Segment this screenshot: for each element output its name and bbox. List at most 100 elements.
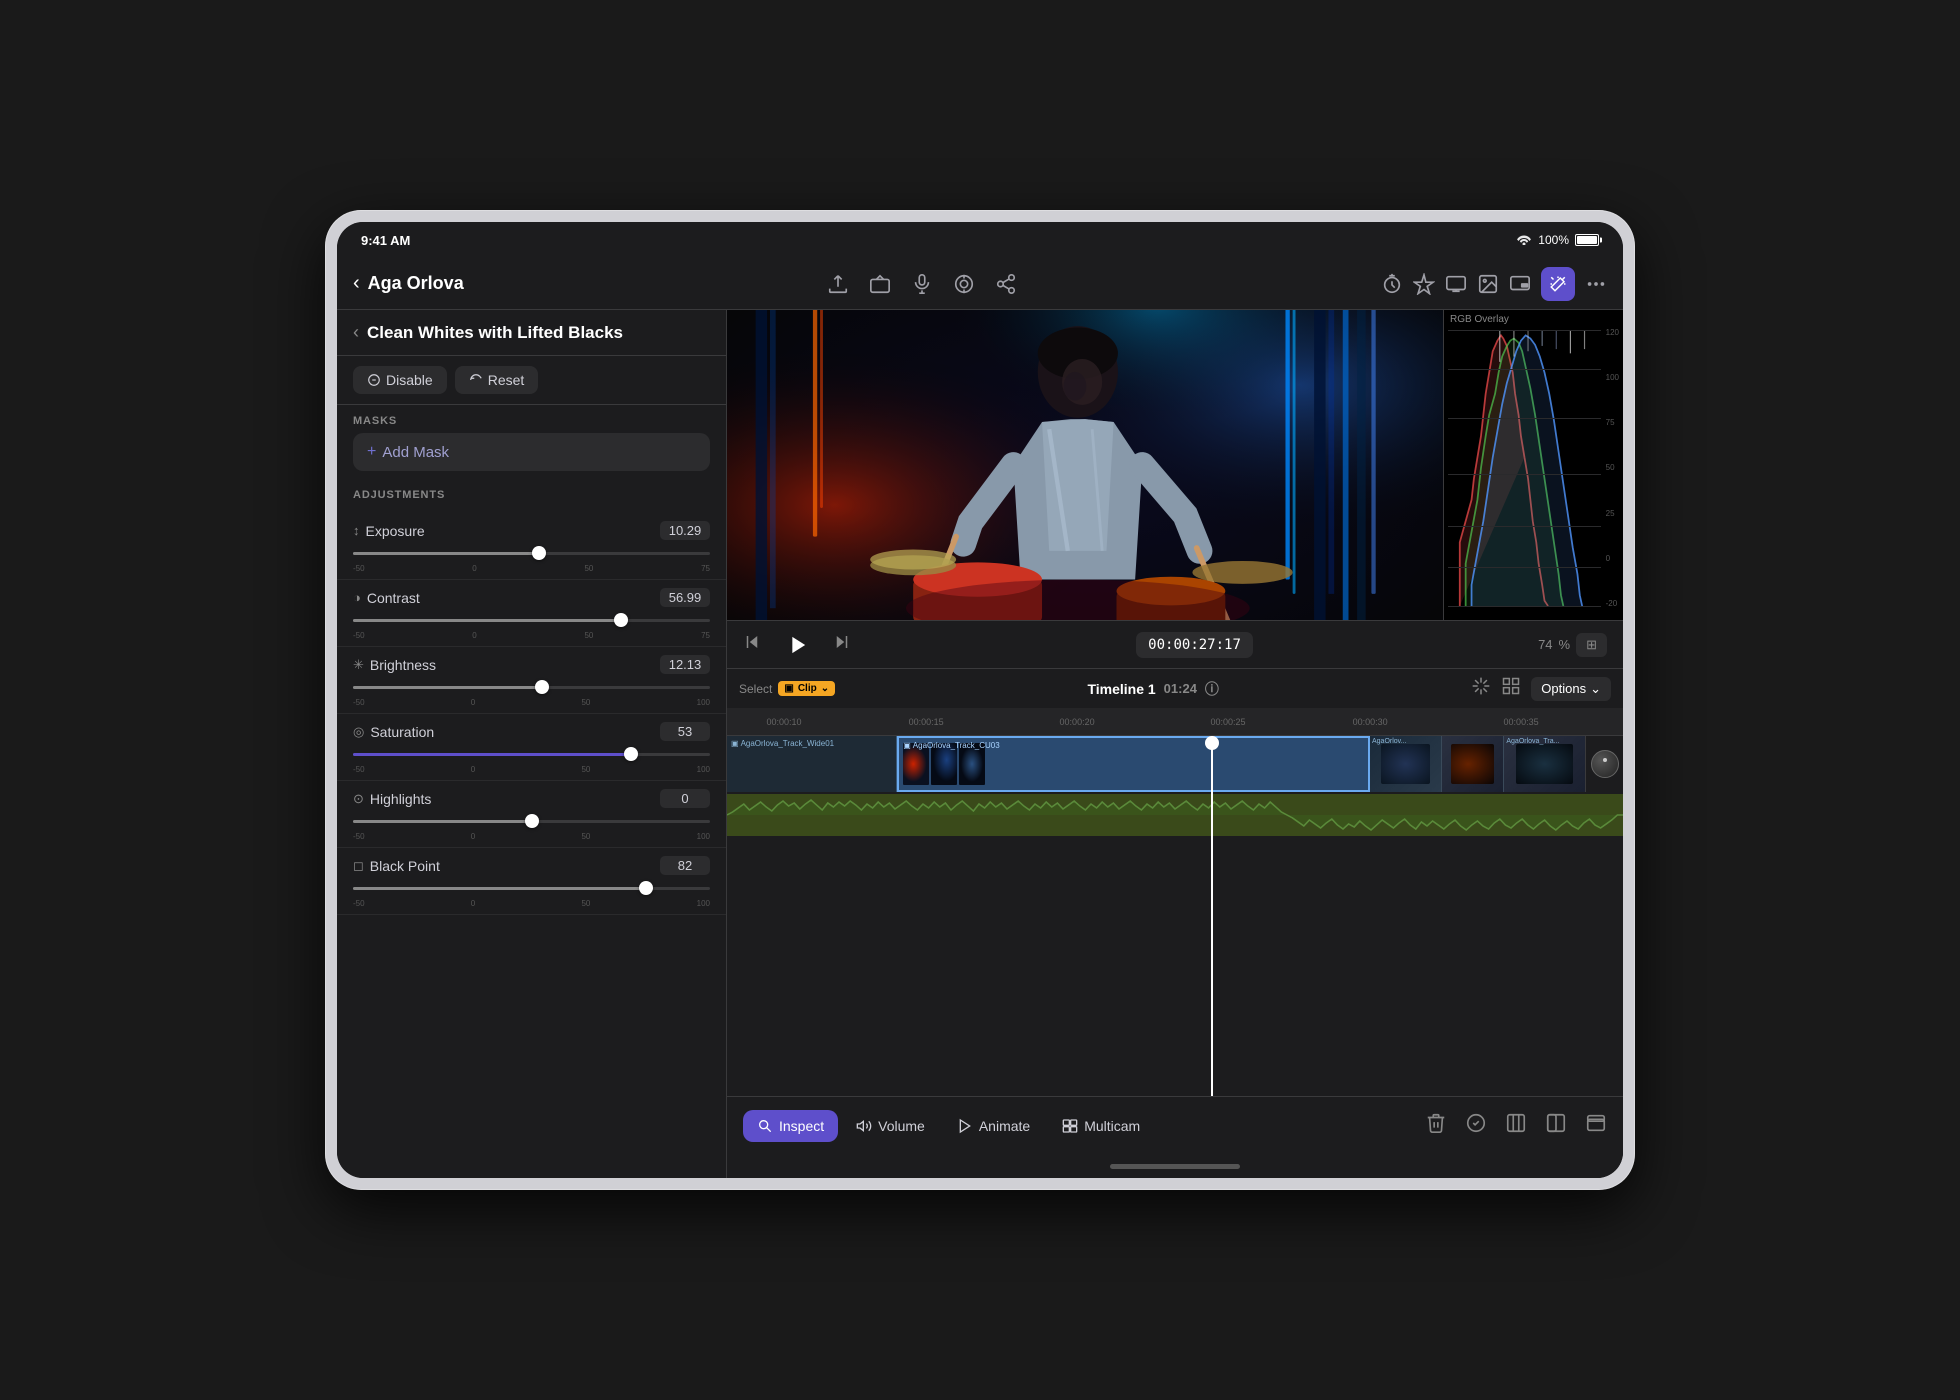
inspect-tab-label: Inspect bbox=[779, 1118, 824, 1134]
photo-icon[interactable] bbox=[1477, 273, 1499, 295]
adjustments-section-label: ADJUSTMENTS bbox=[337, 479, 726, 507]
disable-button[interactable]: Disable bbox=[353, 366, 447, 394]
main-content: ‹ Clean Whites with Lifted Blacks Disabl… bbox=[337, 310, 1623, 1178]
clip-wide01[interactable]: ▣ AgaOrlova_Track_Wide01 bbox=[727, 736, 897, 792]
highlights-slider[interactable] bbox=[353, 812, 710, 830]
bottom-bar: Inspect Volume bbox=[727, 1096, 1623, 1154]
blackpoint-slider[interactable] bbox=[353, 879, 710, 897]
delete-icon[interactable] bbox=[1425, 1112, 1447, 1140]
timer-icon[interactable] bbox=[1381, 273, 1403, 295]
trim-icon[interactable] bbox=[1505, 1112, 1527, 1140]
bottom-actions bbox=[1425, 1112, 1607, 1140]
animate-tab[interactable]: Animate bbox=[943, 1110, 1044, 1142]
contrast-slider[interactable] bbox=[353, 611, 710, 629]
rewind-button[interactable] bbox=[743, 633, 761, 656]
ipad-frame: 9:41 AM 100% ‹ Aga Orlova bbox=[325, 210, 1635, 1190]
contrast-icon: ◑ bbox=[353, 590, 361, 605]
timeline-area: Select ▣ Clip ⌄ Timeline 1 01:24 ⓘ bbox=[727, 668, 1623, 1096]
reset-button[interactable]: Reset bbox=[455, 366, 539, 394]
ipad-screen: 9:41 AM 100% ‹ Aga Orlova bbox=[337, 222, 1623, 1178]
sparkle-icon[interactable] bbox=[1413, 273, 1435, 295]
exposure-slider[interactable] bbox=[353, 544, 710, 562]
battery-icon bbox=[1575, 234, 1599, 246]
timeline-tools: Options ⌄ bbox=[1471, 676, 1611, 701]
detach-icon[interactable] bbox=[1585, 1112, 1607, 1140]
share-icon[interactable] bbox=[995, 273, 1017, 295]
fast-forward-button[interactable] bbox=[833, 633, 851, 656]
battery-fill bbox=[1577, 236, 1597, 244]
checkmark-icon[interactable] bbox=[1465, 1112, 1487, 1140]
blackpoint-value[interactable]: 82 bbox=[660, 856, 710, 875]
brightness-adjustment: ✳ Brightness 12.13 -50 bbox=[337, 647, 726, 714]
zoom-options-button[interactable]: ⊞ bbox=[1576, 633, 1607, 657]
timeline-tracks: ▣ AgaOrlova_Track_Wide01 ▣ AgaOrlova_Tra… bbox=[727, 736, 1623, 1096]
playhead-handle[interactable] bbox=[1205, 736, 1219, 750]
timeline-select-area: Select ▣ Clip ⌄ bbox=[739, 681, 835, 696]
multicam-tab-label: Multicam bbox=[1084, 1118, 1140, 1134]
clip-small3[interactable]: AgaOrlova_Tra... bbox=[1504, 736, 1585, 792]
rgb-overlay-label: RGB Overlay bbox=[1444, 310, 1515, 329]
wand-active-icon[interactable] bbox=[1541, 267, 1575, 301]
playback-controls bbox=[743, 627, 851, 663]
video-preview bbox=[727, 310, 1443, 620]
mic-icon[interactable] bbox=[911, 273, 933, 295]
export-icon[interactable] bbox=[827, 273, 849, 295]
add-mask-button[interactable]: + Add Mask bbox=[353, 433, 710, 471]
blackpoint-icon: ◻ bbox=[353, 858, 364, 874]
brightness-label: Brightness bbox=[370, 657, 436, 673]
rgb-overlay-panel: RGB Overlay 120 100 75 50 25 0 -20 bbox=[1443, 310, 1623, 620]
timeline-title-area: Timeline 1 01:24 ⓘ bbox=[1087, 679, 1218, 699]
select-label: Select bbox=[739, 682, 772, 696]
nav-left: ‹ Aga Orlova bbox=[353, 272, 464, 295]
highlights-label: Highlights bbox=[370, 791, 431, 807]
clip-badge[interactable]: ▣ Clip ⌄ bbox=[778, 681, 835, 696]
inspect-tab[interactable]: Inspect bbox=[743, 1110, 838, 1142]
exposure-value[interactable]: 10.29 bbox=[660, 521, 710, 540]
play-button[interactable] bbox=[779, 627, 815, 663]
volume-knob[interactable] bbox=[1585, 736, 1623, 792]
nav-right-icons bbox=[1381, 267, 1607, 301]
contrast-value[interactable]: 56.99 bbox=[660, 588, 710, 607]
timecode-display: 00:00:27:17 bbox=[1136, 632, 1253, 658]
audio-track bbox=[727, 794, 1623, 836]
saturation-slider[interactable] bbox=[353, 745, 710, 763]
blackpoint-adjustment: ◻ Black Point 82 -50 bbox=[337, 848, 726, 915]
multicam-tab[interactable]: Multicam bbox=[1048, 1110, 1154, 1142]
magnetic-snap-icon[interactable] bbox=[1471, 676, 1491, 701]
playhead[interactable] bbox=[1211, 736, 1213, 1096]
status-time: 9:41 AM bbox=[361, 233, 410, 248]
highlights-icon: ⊙ bbox=[353, 791, 364, 807]
saturation-icon: ◎ bbox=[353, 724, 364, 740]
drummer-scene bbox=[727, 310, 1443, 620]
clip-small1[interactable]: AgaOrlov... bbox=[1370, 736, 1442, 792]
exposure-adjustment: ↕ Exposure 10.29 -50 bbox=[337, 513, 726, 580]
highlights-value[interactable]: 0 bbox=[660, 789, 710, 808]
timeline-ruler: 00:00:10 00:00:15 00:00:20 00:00:25 00:0… bbox=[727, 708, 1623, 736]
wifi-icon bbox=[1516, 233, 1532, 248]
brightness-slider[interactable] bbox=[353, 678, 710, 696]
clip-cu03[interactable]: ▣ AgaOrlova_Track_CU03 bbox=[897, 736, 1370, 792]
audio-waveform bbox=[727, 798, 1623, 832]
video-area: RGB Overlay 120 100 75 50 25 0 -20 bbox=[727, 310, 1623, 620]
brightness-value[interactable]: 12.13 bbox=[660, 655, 710, 674]
display-icon[interactable] bbox=[1445, 273, 1467, 295]
pip-icon[interactable] bbox=[1509, 273, 1531, 295]
split-icon[interactable] bbox=[1545, 1112, 1567, 1140]
nav-back-button[interactable]: ‹ bbox=[353, 272, 360, 295]
options-chevron-icon: ⌄ bbox=[1590, 681, 1601, 697]
grid-icon[interactable] bbox=[1501, 676, 1521, 701]
options-button[interactable]: Options ⌄ bbox=[1531, 677, 1611, 701]
clip-small2[interactable] bbox=[1442, 736, 1505, 792]
target-icon[interactable] bbox=[953, 273, 975, 295]
timeline-info-icon[interactable]: ⓘ bbox=[1205, 679, 1219, 699]
blackpoint-label: Black Point bbox=[370, 858, 440, 874]
volume-tab[interactable]: Volume bbox=[842, 1110, 939, 1142]
more-icon[interactable] bbox=[1585, 273, 1607, 295]
camera-icon[interactable] bbox=[869, 273, 891, 295]
left-panel: ‹ Clean Whites with Lifted Blacks Disabl… bbox=[337, 310, 727, 1178]
panel-back-button[interactable]: ‹ bbox=[353, 322, 359, 343]
saturation-value[interactable]: 53 bbox=[660, 722, 710, 741]
masks-section-label: MASKS bbox=[337, 405, 726, 433]
nav-title: Aga Orlova bbox=[368, 273, 464, 294]
nav-center-icons bbox=[827, 273, 1017, 295]
